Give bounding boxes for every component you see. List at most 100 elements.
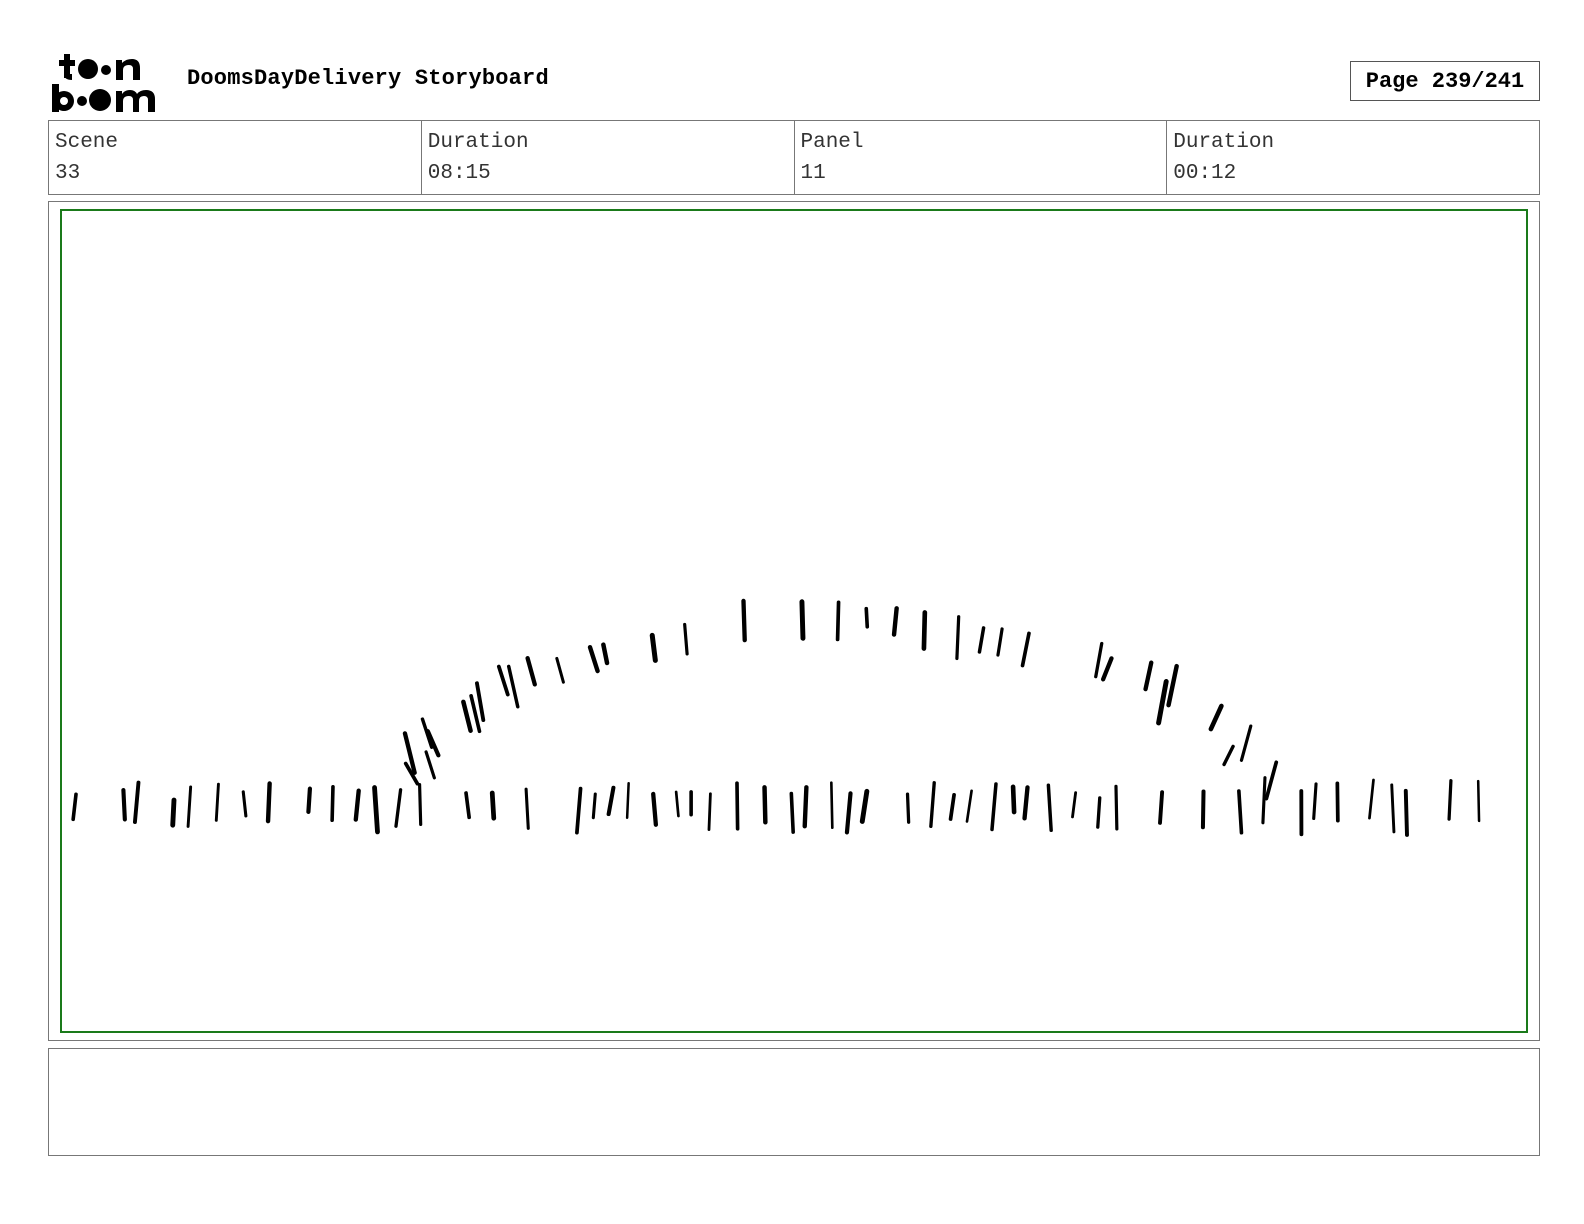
page-indicator: Page 239/241 [1350, 61, 1540, 101]
panel-duration-cell: Duration 00:12 [1167, 121, 1539, 194]
sketch-stroke [864, 606, 870, 629]
sketch-stroke [762, 785, 768, 825]
sketch-stroke [601, 642, 610, 666]
sketch-stroke [461, 699, 473, 733]
sketch-stroke [121, 787, 127, 822]
sketch-stroke [1096, 796, 1102, 829]
sketch-stroke [1046, 783, 1053, 833]
toon-boom-logo [52, 54, 155, 112]
sketch-stroke [1010, 784, 1017, 815]
sketch-stroke [1143, 660, 1154, 692]
sketch-stroke [1264, 760, 1279, 801]
sketch-stroke [965, 789, 973, 823]
sketch-stroke [1158, 790, 1165, 825]
sketch-stroke [265, 781, 272, 824]
sketch-stroke [1071, 791, 1078, 819]
panel-notes [48, 1048, 1540, 1156]
sketch-stroke [1222, 744, 1235, 767]
sketch-stroke [1312, 782, 1318, 821]
sketch-stroke [1020, 631, 1031, 668]
sketch-stroke [929, 781, 936, 829]
sketch-stroke [1368, 778, 1375, 820]
sketch-stroke [525, 655, 537, 687]
sketch-stroke [464, 791, 471, 820]
sketch-stroke [394, 788, 403, 828]
sketch-stroke [948, 792, 956, 821]
sketch-stroke [489, 790, 497, 821]
sketch-stroke [1239, 724, 1253, 762]
sketch-stroke [1403, 788, 1409, 837]
sketch-stroke [306, 786, 313, 814]
sketch-stroke [524, 787, 530, 830]
panel-value: 11 [800, 162, 826, 185]
sketch-stroke [418, 783, 423, 827]
sketch-stroke [1114, 784, 1119, 831]
sketch-stroke [859, 788, 870, 824]
sketch-stroke [1022, 785, 1030, 821]
panel-cell: Panel 11 [795, 121, 1168, 194]
sketch-stroke [591, 792, 597, 820]
sketch-stroke [905, 792, 911, 824]
sketch-stroke [1166, 663, 1179, 708]
sketch-stroke [372, 785, 380, 835]
scene-duration-cell: Duration 08:15 [422, 121, 795, 194]
sketch-stroke [496, 664, 510, 697]
sketch-stroke [1208, 703, 1224, 732]
sketch-stroke [844, 791, 853, 835]
sketch-stroke [799, 599, 806, 641]
sketch-stroke [1100, 656, 1114, 682]
sketch-stroke [891, 606, 899, 637]
sketch-stroke [1094, 641, 1104, 679]
sketch-stroke [241, 790, 248, 818]
sketch-stroke [707, 792, 712, 831]
sketch-stroke [996, 627, 1004, 657]
scene-duration-label: Duration [427, 131, 529, 154]
sketch-stroke [977, 626, 986, 654]
sketch-stroke [789, 791, 795, 834]
sketch-stroke [587, 645, 600, 674]
panel-label: Panel [800, 131, 864, 154]
sketch-stroke [71, 792, 78, 822]
sketch-stroke [674, 790, 680, 818]
sketch-stroke [735, 781, 740, 831]
sketch-stroke [835, 600, 841, 642]
sketch-stroke [1447, 779, 1453, 821]
sketch-stroke [651, 791, 659, 827]
panel-duration-value: 00:12 [1173, 162, 1237, 185]
sketch-stroke [1237, 789, 1244, 835]
sketch-stroke [683, 622, 689, 656]
sketch-stroke [424, 750, 436, 780]
sketch-stroke [186, 785, 193, 828]
sketch-stroke [802, 785, 809, 829]
sketch-drawing [71, 598, 1481, 837]
sketch-stroke [330, 785, 335, 823]
scene-label: Scene [55, 131, 119, 154]
sketch-stroke [353, 788, 361, 822]
sketch-stroke [170, 797, 177, 828]
sketch-stroke [1156, 679, 1169, 726]
sketch-stroke [132, 780, 141, 824]
scene-value: 33 [55, 162, 81, 185]
sketch-stroke [830, 781, 834, 830]
sketch-stroke [475, 681, 486, 723]
sketch-stroke [741, 598, 747, 643]
sketch-stroke [649, 632, 658, 663]
sketch-stroke [606, 785, 616, 817]
sketch-stroke [921, 610, 928, 651]
scene-duration-value: 08:15 [427, 162, 491, 185]
sketch-stroke [214, 782, 220, 822]
sketch-stroke [955, 615, 961, 661]
sketch-stroke [625, 782, 630, 820]
sketch-stroke [1476, 779, 1481, 823]
sketch-stroke [555, 656, 565, 684]
sketch-stroke [1261, 776, 1267, 825]
panel-duration-label: Duration [1173, 131, 1275, 154]
scene-cell: Scene 33 [49, 121, 422, 194]
sketch-stroke [1390, 783, 1396, 834]
sketch-stroke [1200, 789, 1206, 830]
sketch-stroke [506, 664, 520, 709]
storyboard-title: DoomsDayDelivery Storyboard [187, 66, 549, 91]
sketch-stroke [575, 786, 583, 835]
sketch-stroke [990, 782, 998, 832]
scene-info-table: Scene 33 Duration 08:15 Panel 11 Duratio… [48, 120, 1540, 195]
